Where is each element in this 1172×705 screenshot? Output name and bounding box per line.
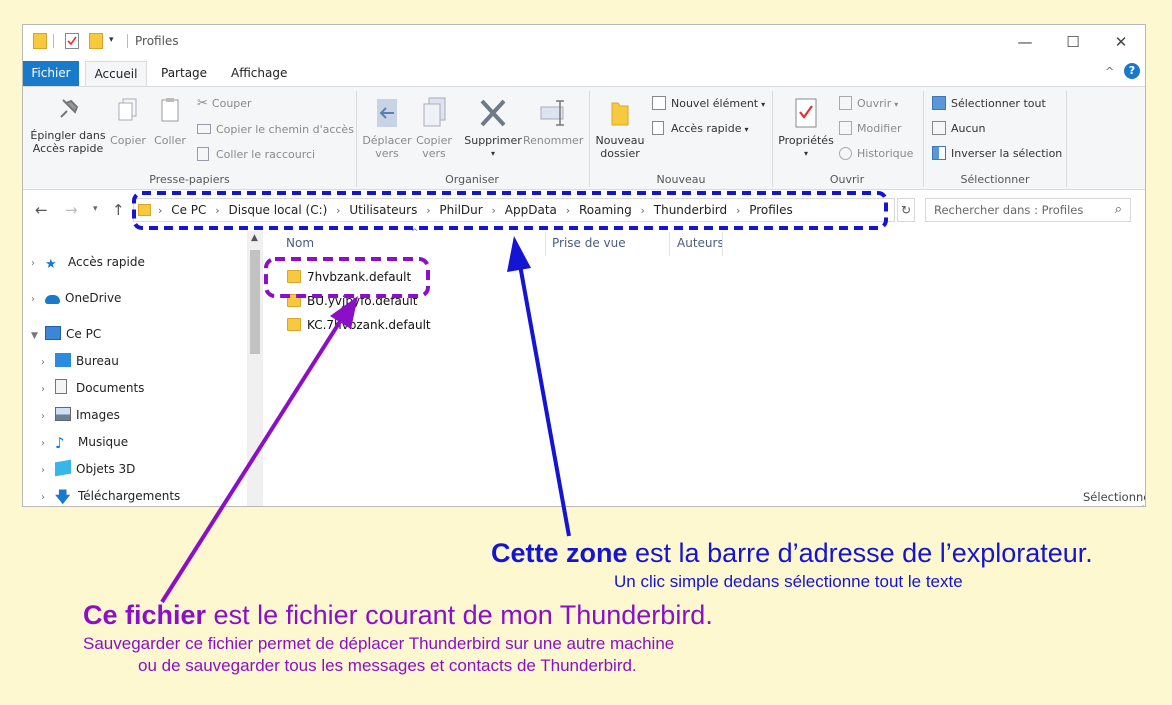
- address-callout-sub: Un clic simple dedans sélectionne tout l…: [614, 572, 963, 591]
- file-callout-bold: Ce fichier: [83, 600, 207, 630]
- file-arrow-line: [160, 318, 343, 604]
- address-callout-bold: Cette zone: [491, 538, 628, 568]
- file-callout-sub-2: ou de sauvegarder tous les messages et c…: [138, 656, 637, 675]
- file-callout-sub-1: Sauvegarder ce fichier permet de déplace…: [83, 634, 675, 653]
- file-arrow-head: [330, 296, 358, 329]
- file-callout-rest: est le fichier courant de mon Thunderbir…: [206, 600, 713, 630]
- address-arrow-head: [507, 236, 531, 272]
- address-callout-rest: est la barre d’adresse de l’explorateur.: [627, 538, 1093, 568]
- file-highlight: [264, 257, 430, 298]
- address-arrow-line: [518, 264, 571, 537]
- file-callout-title: Ce fichier est le fichier courant de mon…: [83, 600, 713, 631]
- address-bar-highlight: [132, 191, 888, 230]
- address-callout-title: Cette zone est la barre d’adresse de l’e…: [491, 538, 1093, 569]
